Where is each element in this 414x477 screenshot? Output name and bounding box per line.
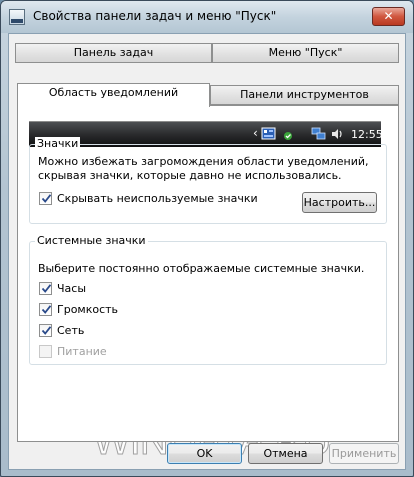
apply-button[interactable]: Применить (329, 443, 399, 464)
shield-ok-icon (281, 127, 295, 141)
clock-text: 12:55 (351, 128, 383, 141)
window-title: Свойства панели задач и меню "Пуск" (33, 9, 277, 23)
volume-label: Громкость (57, 303, 119, 316)
customize-button[interactable]: Настроить... (302, 192, 377, 213)
power-checkbox[interactable] (39, 345, 52, 358)
icons-group-description: Можно избежать загромождения области уве… (38, 155, 369, 182)
system-icons-group-legend: Системные значки (35, 234, 148, 247)
close-button[interactable]: ✕ (372, 7, 405, 26)
network-checkbox[interactable] (39, 324, 52, 337)
network-icon (311, 127, 327, 141)
cancel-button[interactable]: Отмена (248, 443, 323, 464)
hide-inactive-checkbox[interactable] (39, 192, 52, 205)
keyboard-layout-icon (261, 127, 277, 141)
clock-checkbox[interactable] (39, 282, 52, 295)
tab-start-menu[interactable]: Меню "Пуск" (212, 43, 399, 63)
volume-icon (330, 127, 344, 141)
volume-checkbox[interactable] (39, 303, 52, 316)
clock-label: Часы (57, 282, 87, 295)
tab-taskbar[interactable]: Панель задач (15, 43, 212, 63)
hide-inactive-label: Скрывать неиспользуемые значки (57, 192, 258, 205)
ok-button[interactable]: OK (167, 443, 242, 464)
show-hidden-icons-chevron: ‹ (253, 126, 258, 140)
title-bar[interactable]: Свойства панели задач и меню "Пуск" ✕ (1, 1, 413, 33)
taskbar-properties-icon (9, 9, 25, 25)
system-icons-description: Выберите постоянно отображаемые системны… (38, 262, 365, 275)
dialog-window: Свойства панели задач и меню "Пуск" ✕ Па… (0, 0, 414, 477)
icons-group-legend: Значки (35, 137, 81, 150)
tab-toolbars[interactable]: Панели инструментов (210, 85, 399, 105)
tab-notification-area[interactable]: Область уведомлений (17, 83, 210, 107)
network-label: Сеть (57, 324, 85, 337)
power-label: Питание (57, 345, 107, 358)
dialog-client-area: Панель задач Меню "Пуск" Область уведомл… (8, 33, 406, 470)
